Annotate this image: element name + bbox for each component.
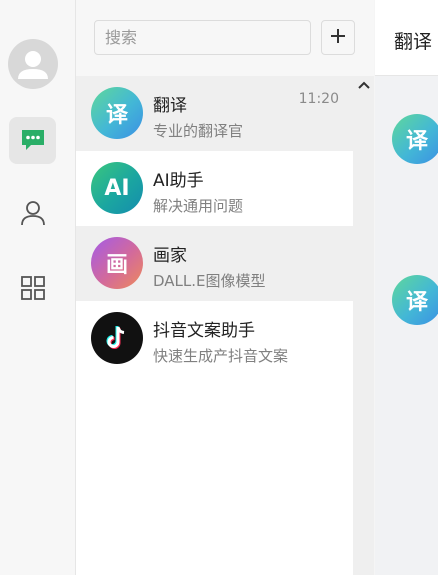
conversation-item-ai-assistant[interactable]: AI AI助手 解决通用问题: [76, 151, 353, 226]
tiktok-logo-icon: [91, 312, 143, 364]
avatar: AI: [91, 162, 143, 214]
message-avatar: 译: [392, 275, 438, 325]
avatar: 画: [91, 237, 143, 289]
conversation-panel: 译 翻译 专业的翻译官 11:20 AI AI助手 解决通用问题 画 画家 DA…: [76, 0, 374, 575]
plus-icon: [330, 28, 346, 48]
add-conversation-button[interactable]: [321, 20, 355, 55]
conversation-name: 翻译: [153, 96, 187, 116]
avatar-text: 译: [405, 290, 428, 315]
user-avatar-icon[interactable]: [8, 39, 58, 89]
message-avatar: 译: [392, 114, 438, 164]
conversation-desc: 解决通用问题: [153, 197, 244, 215]
avatar: 译: [91, 87, 143, 139]
avatar-text: 译: [405, 129, 428, 154]
nav-contacts[interactable]: [9, 191, 56, 238]
avatar-text: 译: [105, 103, 128, 128]
scrollbar[interactable]: [353, 76, 374, 575]
conversation-name: 画家: [153, 246, 187, 266]
avatar-text: AI: [104, 175, 130, 201]
nav-chat[interactable]: [9, 117, 56, 164]
grid-apps-icon: [18, 273, 48, 307]
nav-apps[interactable]: [9, 266, 56, 313]
scroll-up-icon[interactable]: [353, 76, 374, 94]
conversation-name: 抖音文案助手: [153, 321, 255, 341]
chat-panel: 翻译 译 译: [375, 0, 438, 575]
nav-rail: [0, 0, 76, 575]
conversation-desc: 快速生成产抖音文案: [153, 347, 289, 365]
person-icon: [18, 198, 48, 232]
conversation-item-tiktok-copywriter[interactable]: 抖音文案助手 快速生成产抖音文案: [76, 301, 353, 376]
chat-title: 翻译: [394, 31, 433, 53]
conversation-desc: DALL.E图像模型: [153, 272, 266, 290]
search-input[interactable]: [94, 20, 311, 55]
conversation-time: 11:20: [298, 91, 339, 107]
conversation-item-translate[interactable]: 译 翻译 专业的翻译官 11:20: [76, 76, 353, 151]
conversation-item-painter[interactable]: 画 画家 DALL.E图像模型: [76, 226, 353, 301]
conversation-name: AI助手: [153, 171, 204, 191]
search-bar: [76, 0, 374, 76]
conversation-list: 译 翻译 专业的翻译官 11:20 AI AI助手 解决通用问题 画 画家 DA…: [76, 76, 353, 376]
chat-bubble-icon: [18, 124, 48, 158]
conversation-desc: 专业的翻译官: [153, 122, 244, 140]
chat-header: 翻译: [375, 0, 438, 76]
avatar-text: 画: [105, 253, 128, 278]
